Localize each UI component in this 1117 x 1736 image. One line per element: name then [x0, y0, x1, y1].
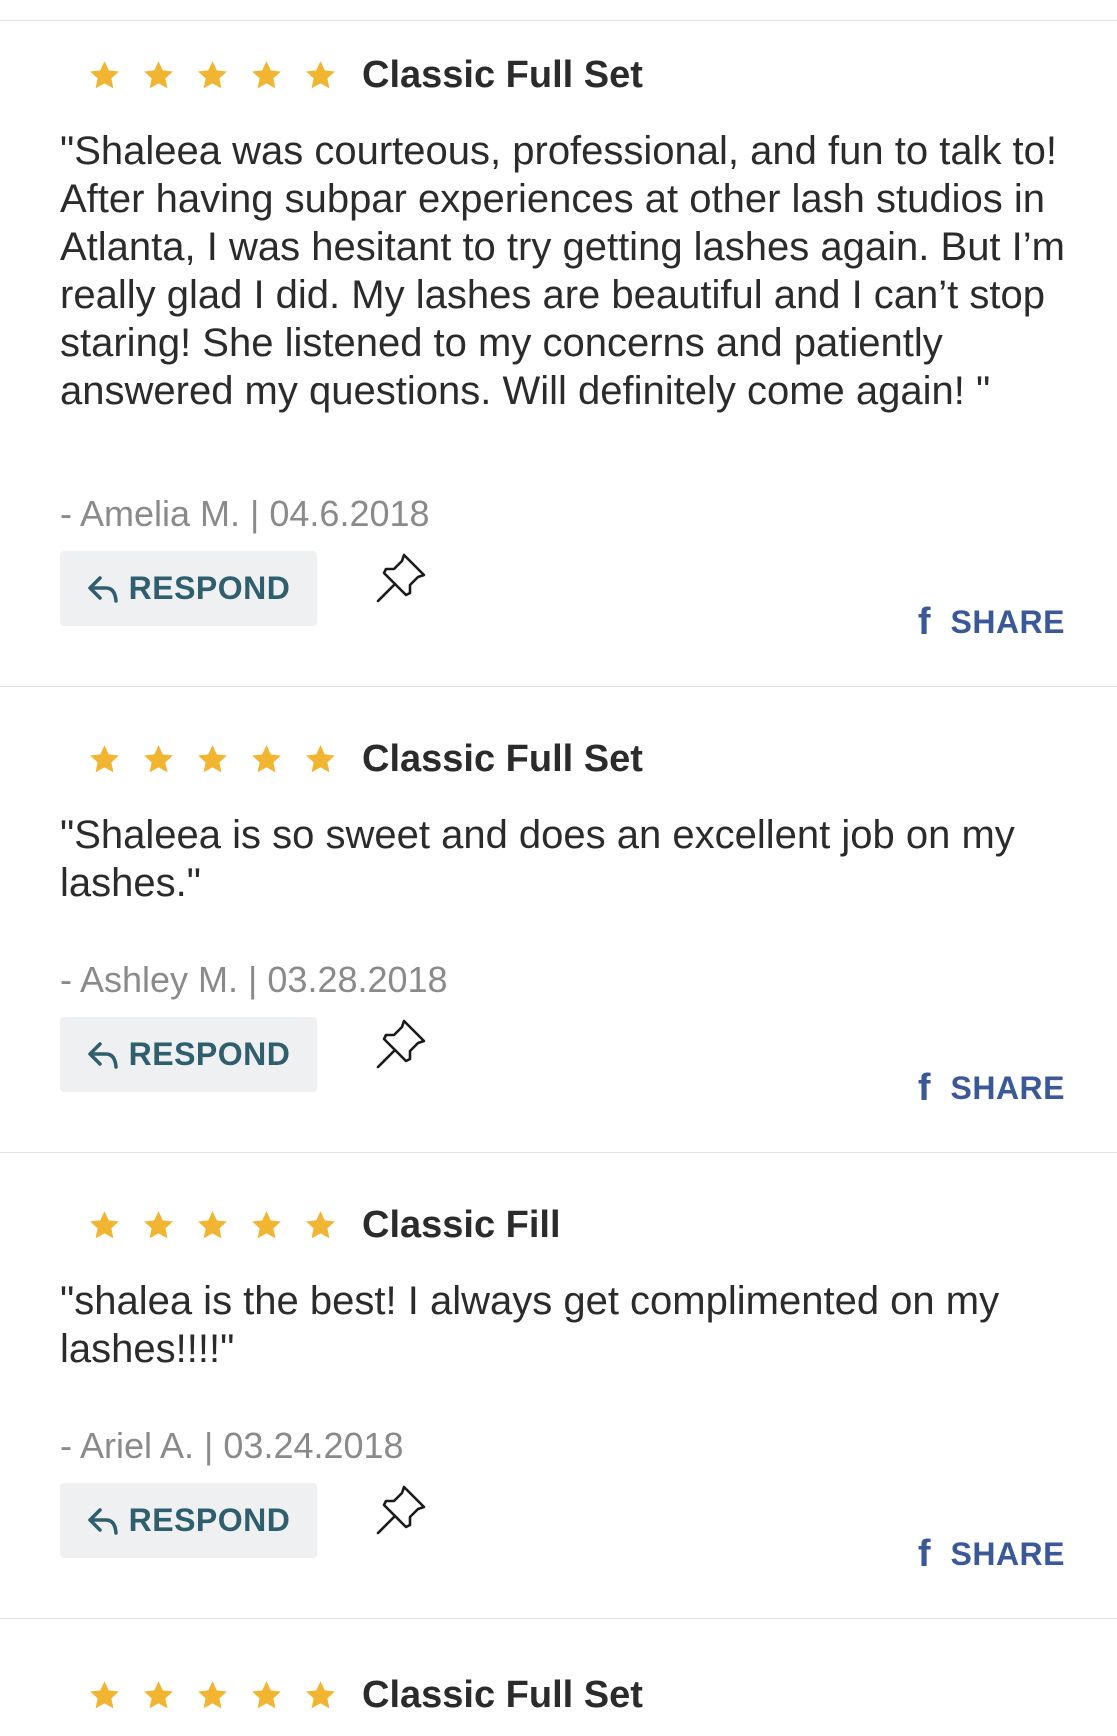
reviewer-byline: - Ariel A. | 03.24.2018: [60, 1425, 404, 1466]
pushpin-icon[interactable]: [374, 551, 428, 605]
star-icon: [144, 744, 173, 772]
reply-arrow-icon: [87, 575, 118, 603]
pushpin-icon[interactable]: [374, 1483, 428, 1537]
reply-arrow-icon: [87, 1041, 118, 1069]
rating-row: Classic Full Set: [88, 737, 643, 781]
star-rating: [88, 743, 358, 776]
pushpin-icon[interactable]: [374, 1017, 428, 1071]
rating-row: Classic Full Set: [88, 1673, 643, 1717]
respond-button[interactable]: RESPOND: [60, 551, 317, 626]
star-icon: [252, 744, 281, 772]
respond-label: RESPOND: [128, 570, 291, 606]
respond-button[interactable]: RESPOND: [60, 1017, 317, 1092]
star-icon: [252, 1680, 281, 1708]
rating-row: Classic Full Set: [88, 53, 643, 97]
review-card: Classic Full Set: [0, 1618, 1117, 1736]
service-name: Classic Full Set: [362, 737, 643, 780]
rating-row: Classic Fill: [88, 1203, 561, 1247]
reviewer-byline: - Amelia M. | 04.6.2018: [60, 493, 430, 534]
star-icon: [198, 744, 227, 772]
star-rating: [88, 1679, 358, 1712]
star-icon: [144, 1680, 173, 1708]
share-label: SHARE: [950, 1535, 1065, 1572]
respond-label: RESPOND: [128, 1036, 291, 1072]
star-rating: [88, 1209, 358, 1242]
star-icon: [306, 1680, 335, 1708]
star-rating: [88, 59, 358, 92]
service-name: Classic Full Set: [362, 53, 643, 96]
facebook-share-button[interactable]: f SHARE: [918, 1535, 1065, 1573]
service-name: Classic Fill: [362, 1203, 561, 1246]
star-icon: [198, 1680, 227, 1708]
respond-label: RESPOND: [128, 1502, 291, 1538]
facebook-share-button[interactable]: f SHARE: [918, 1069, 1065, 1107]
star-icon: [198, 60, 227, 88]
star-icon: [252, 60, 281, 88]
review-card: Classic Full Set "Shaleea was courteous,…: [0, 20, 1117, 685]
star-icon: [90, 1680, 119, 1708]
review-text: "shalea is the best! I always get compli…: [60, 1279, 1000, 1371]
star-icon: [144, 1210, 173, 1238]
respond-button[interactable]: RESPOND: [60, 1483, 317, 1558]
star-icon: [252, 1210, 281, 1238]
facebook-icon: f: [917, 601, 931, 643]
review-card: Classic Full Set "Shaleea is so sweet an…: [0, 686, 1117, 1151]
facebook-share-button[interactable]: f SHARE: [918, 603, 1065, 641]
star-icon: [90, 60, 119, 88]
review-card: Classic Fill "shalea is the best! I alwa…: [0, 1152, 1117, 1617]
share-label: SHARE: [950, 1069, 1065, 1106]
review-text: "Shaleea is so sweet and does an excelle…: [60, 813, 1015, 905]
star-icon: [306, 1210, 335, 1238]
star-icon: [306, 744, 335, 772]
review-text: "Shaleea was courteous, professional, an…: [60, 129, 1065, 413]
star-icon: [90, 744, 119, 772]
star-icon: [144, 60, 173, 88]
service-name: Classic Full Set: [362, 1673, 643, 1716]
facebook-icon: f: [917, 1533, 931, 1575]
star-icon: [90, 1210, 119, 1238]
star-icon: [198, 1210, 227, 1238]
star-icon: [306, 60, 335, 88]
reviewer-byline: - Ashley M. | 03.28.2018: [60, 959, 448, 1000]
facebook-icon: f: [917, 1067, 931, 1109]
share-label: SHARE: [950, 603, 1065, 640]
reply-arrow-icon: [87, 1507, 118, 1535]
